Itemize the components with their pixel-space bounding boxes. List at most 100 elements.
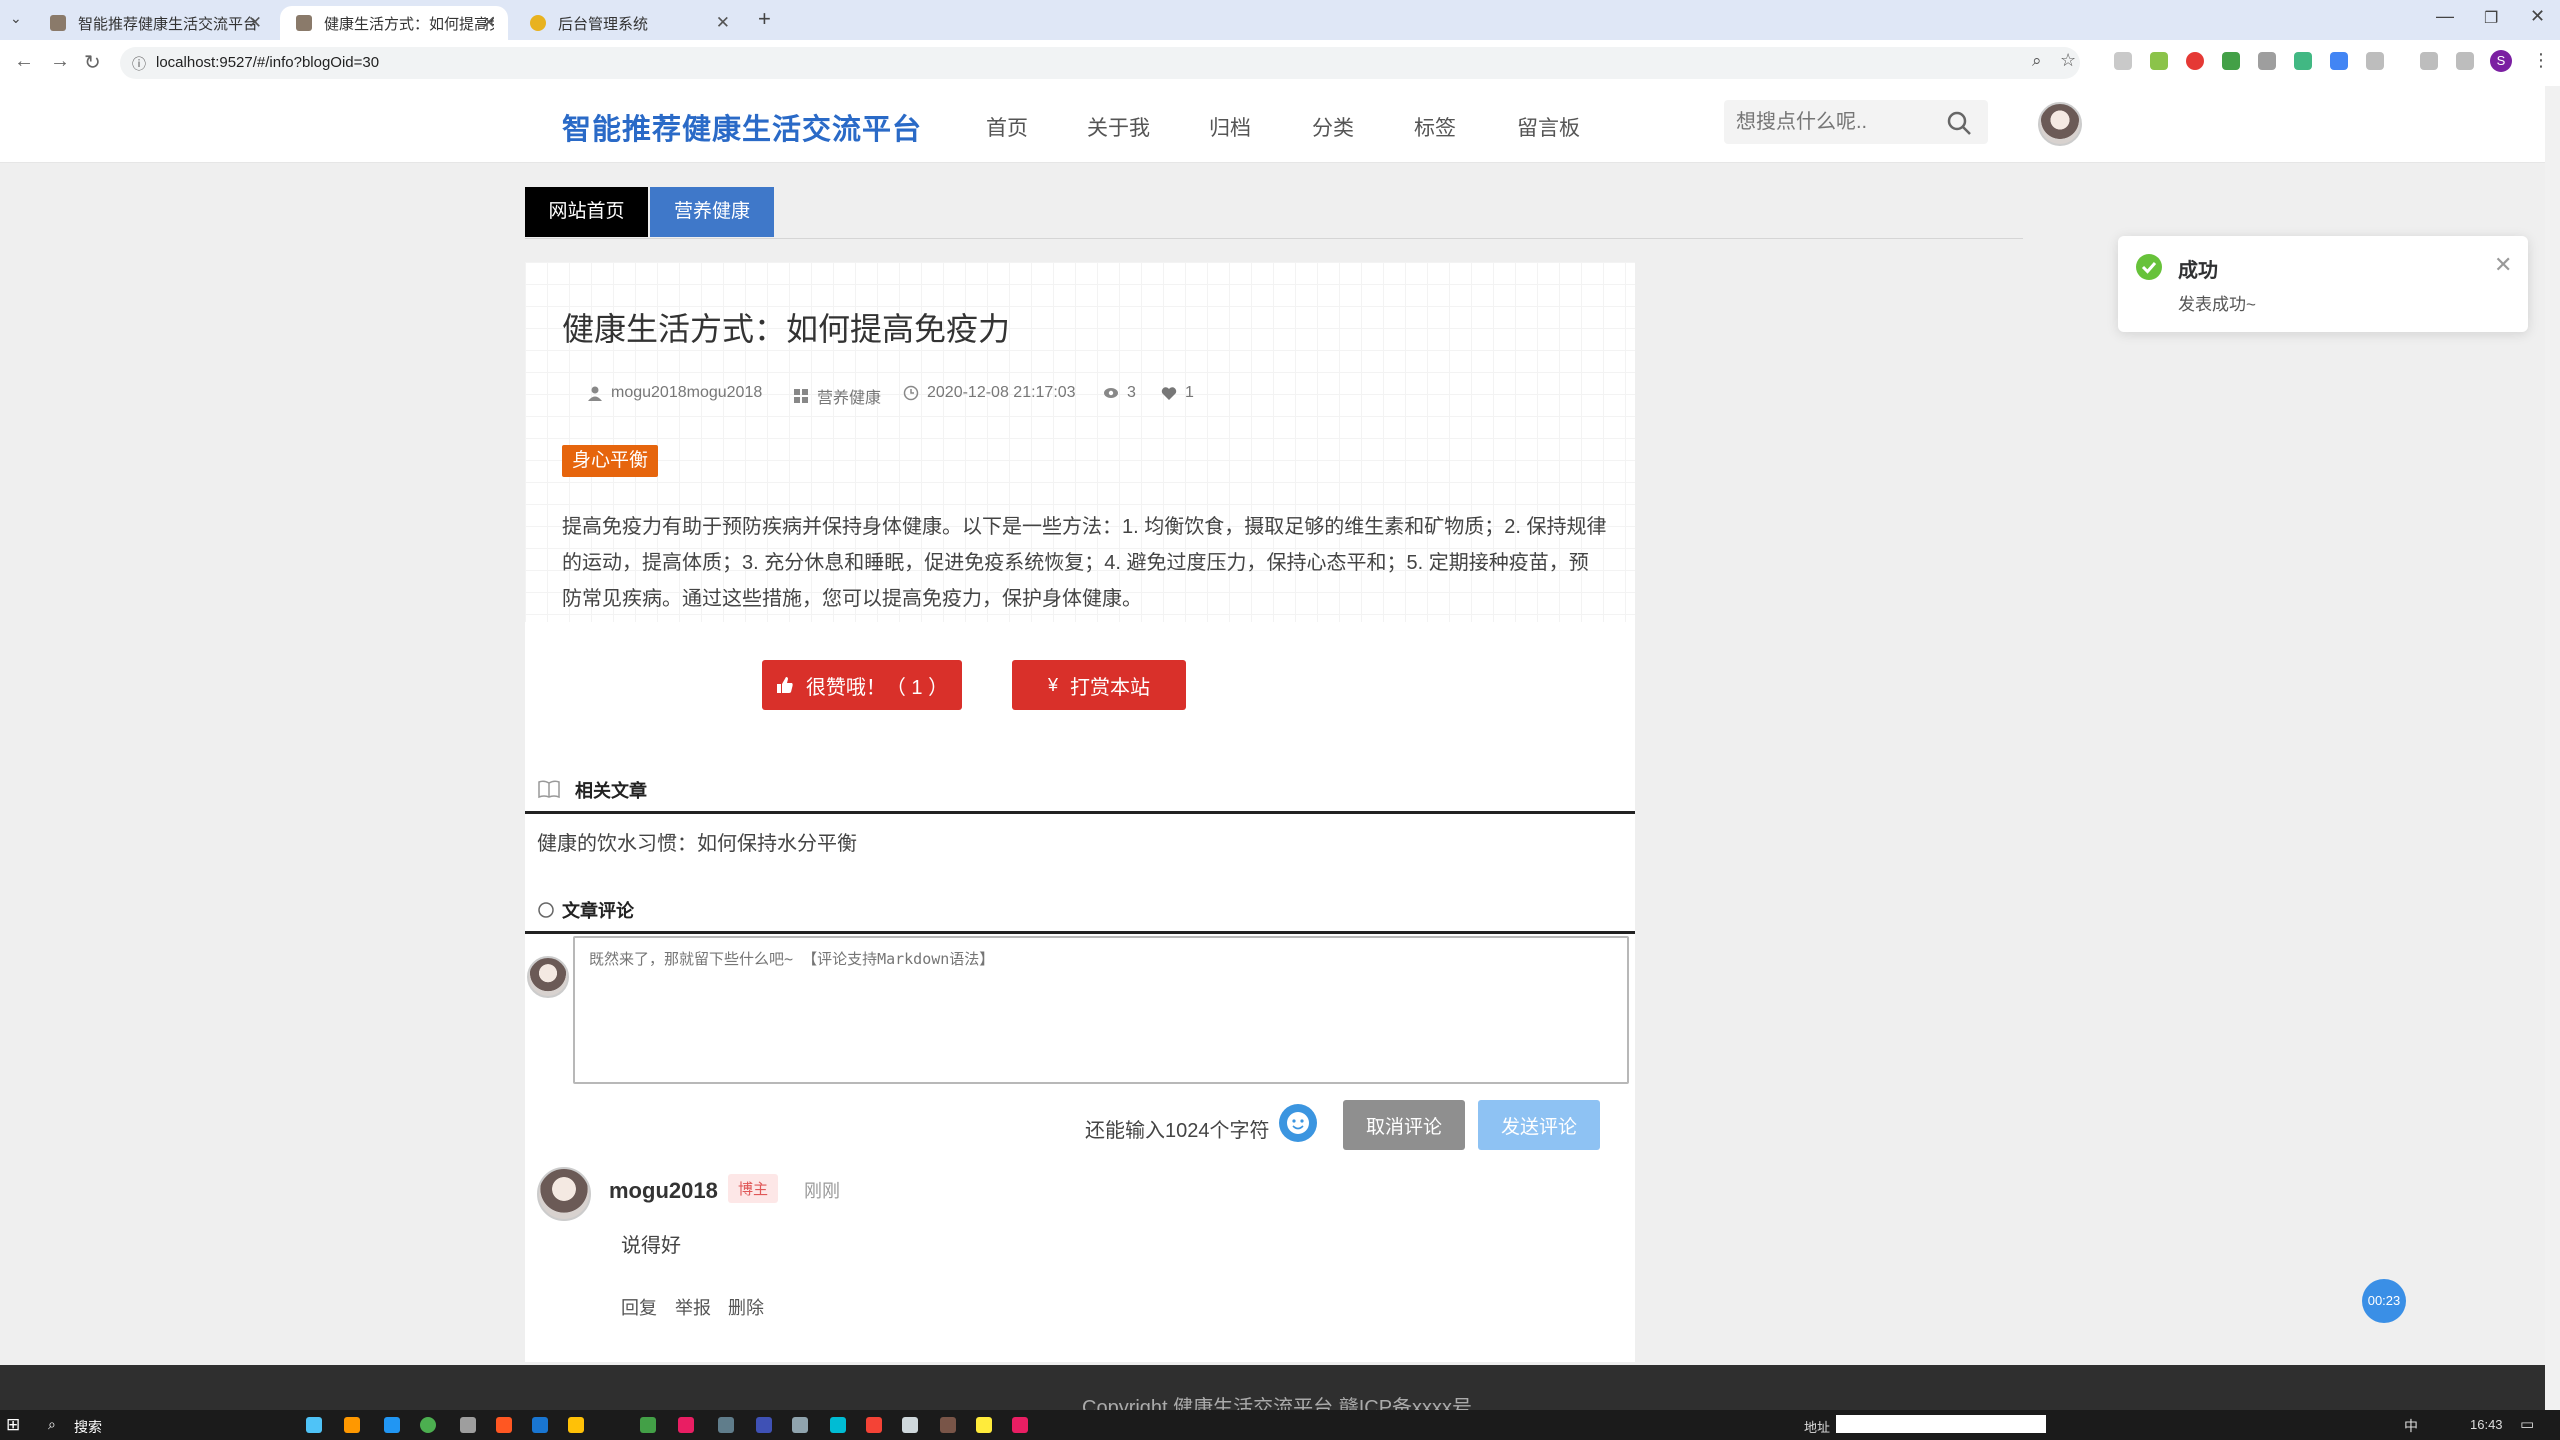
- taskbar-search[interactable]: 搜索: [74, 1417, 102, 1437]
- app-icon[interactable]: [678, 1417, 694, 1433]
- search-input[interactable]: [1734, 110, 1938, 135]
- vue-favicon-icon: [530, 15, 546, 31]
- image-extension-icon[interactable]: [2150, 52, 2168, 70]
- start-icon[interactable]: ⊞: [6, 1415, 20, 1435]
- browser-tab-strip: ⌄ 智能推荐健康生活交流平台 ✕ 健康生活方式：如何提高免疫力 ✕ 后台管理系统…: [0, 0, 2560, 40]
- browser-menu-icon[interactable]: ⋮: [2532, 50, 2550, 71]
- reply-link[interactable]: 回复: [621, 1294, 657, 1320]
- breadcrumb-category[interactable]: 营养健康: [650, 187, 774, 237]
- app-icon[interactable]: [532, 1417, 548, 1433]
- like-button-label: 很赞哦！（ 1 ）: [805, 676, 949, 699]
- breadcrumb-home[interactable]: 网站首页: [525, 187, 648, 237]
- app-icon[interactable]: [496, 1417, 512, 1433]
- notification-icon[interactable]: ▭: [2520, 1415, 2534, 1433]
- shield-extension-icon[interactable]: [2186, 52, 2204, 70]
- publish-date: 2020-12-08 21:17:03: [927, 384, 1076, 401]
- address-label: 地址: [1804, 1420, 1831, 1435]
- site-info-icon[interactable]: ⓘ: [132, 54, 146, 74]
- translate-icon[interactable]: [2330, 52, 2348, 70]
- send-comment-button[interactable]: 发送评论: [1478, 1100, 1600, 1150]
- app-icon[interactable]: [756, 1417, 772, 1433]
- close-tab-icon[interactable]: ✕: [716, 13, 730, 33]
- taskbar-search-icon[interactable]: ⌕: [48, 1416, 56, 1433]
- extensions-puzzle-icon[interactable]: [2366, 52, 2384, 70]
- like-button[interactable]: 很赞哦！（ 1 ）: [762, 660, 962, 710]
- app-icon[interactable]: [866, 1417, 882, 1433]
- browser-tab-1[interactable]: 智能推荐健康生活交流平台 ✕: [34, 6, 274, 40]
- delete-link[interactable]: 删除: [728, 1294, 764, 1320]
- screenshot-extension-icon[interactable]: [2114, 52, 2132, 70]
- app-icon[interactable]: [830, 1417, 846, 1433]
- back-icon[interactable]: ←: [14, 50, 34, 73]
- forward-icon[interactable]: →: [50, 50, 70, 73]
- nav-tags[interactable]: 标签: [1414, 112, 1456, 142]
- emoji-icon[interactable]: [1279, 1104, 1317, 1142]
- comment-author-avatar[interactable]: [537, 1167, 591, 1221]
- app-icon[interactable]: [976, 1417, 992, 1433]
- vue-devtools-icon[interactable]: [2294, 52, 2312, 70]
- clock-icon: [903, 385, 919, 401]
- close-window-icon[interactable]: ✕: [2530, 6, 2545, 27]
- chrome-app-icon[interactable]: [420, 1417, 436, 1433]
- tab-list-chevron-icon[interactable]: ⌄: [10, 10, 22, 27]
- zoom-icon[interactable]: ⌕: [2032, 51, 2042, 71]
- restore-icon[interactable]: ❐: [2484, 8, 2498, 28]
- reload-icon[interactable]: ↻: [84, 50, 101, 75]
- app-icon[interactable]: [902, 1417, 918, 1433]
- app-icon[interactable]: [792, 1417, 808, 1433]
- app-icon[interactable]: [940, 1417, 956, 1433]
- close-tab-icon[interactable]: ✕: [482, 13, 496, 33]
- green-extension-icon[interactable]: [2222, 52, 2240, 70]
- cancel-comment-button[interactable]: 取消评论: [1343, 1100, 1465, 1150]
- profile-avatar-icon[interactable]: S: [2490, 50, 2512, 72]
- nav-archive[interactable]: 归档: [1209, 112, 1251, 142]
- ime-indicator[interactable]: 中: [2404, 1416, 2418, 1436]
- thumbs-up-icon: [776, 677, 793, 693]
- site-footer: Copyright 健康生活交流平台 赣ICP备xxxx号: [0, 1365, 2545, 1410]
- nav-guestbook[interactable]: 留言板: [1517, 112, 1580, 142]
- remaining-chars: 还能输入1024个字符: [1085, 1120, 1270, 1142]
- close-icon[interactable]: ✕: [2494, 252, 2512, 278]
- timer-badge[interactable]: 00:23: [2362, 1279, 2406, 1323]
- app-icon[interactable]: [384, 1417, 400, 1433]
- app-icon[interactable]: [1012, 1417, 1028, 1433]
- article-title: 健康生活方式：如何提高免疫力: [562, 311, 1011, 347]
- system-clock[interactable]: 16:43: [2470, 1417, 2503, 1432]
- meta-category[interactable]: 营养健康: [793, 384, 881, 408]
- app-icon[interactable]: [718, 1417, 734, 1433]
- nav-about[interactable]: 关于我: [1087, 112, 1150, 142]
- site-logo[interactable]: 智能推荐健康生活交流平台: [562, 106, 922, 148]
- side-panel-icon[interactable]: [2456, 52, 2474, 70]
- new-tab-icon[interactable]: +: [758, 6, 771, 32]
- copy-extension-icon[interactable]: [2258, 52, 2276, 70]
- address-bar[interactable]: ⓘ localhost:9527/#/info?blogOid=30 ⌕ ☆: [120, 47, 2080, 79]
- meta-author[interactable]: mogu2018mogu2018: [587, 384, 762, 402]
- related-section-header: 相关文章: [525, 767, 1635, 814]
- download-icon[interactable]: [2420, 52, 2438, 70]
- close-tab-icon[interactable]: ✕: [248, 13, 262, 33]
- article-tag[interactable]: 身心平衡: [562, 445, 659, 477]
- related-article-link[interactable]: 健康的饮水习惯：如何保持水分平衡: [537, 827, 857, 856]
- user-avatar[interactable]: [2038, 102, 2082, 146]
- report-link[interactable]: 举报: [675, 1294, 711, 1320]
- folder-app-icon[interactable]: [568, 1417, 584, 1433]
- site-header: 智能推荐健康生活交流平台 首页 关于我 归档 分类 标签 留言板: [0, 86, 2545, 163]
- reward-button[interactable]: ¥ 打赏本站: [1012, 660, 1186, 710]
- app-icon[interactable]: [344, 1417, 360, 1433]
- toast-message: 发表成功~: [2178, 295, 2256, 314]
- app-icon[interactable]: [460, 1417, 476, 1433]
- browser-tab-3[interactable]: 后台管理系统 ✕: [514, 6, 742, 40]
- bookmark-star-icon[interactable]: ☆: [2060, 50, 2076, 71]
- wechat-app-icon[interactable]: [640, 1417, 656, 1433]
- nav-home[interactable]: 首页: [986, 112, 1028, 142]
- minimize-icon[interactable]: —: [2436, 6, 2454, 27]
- comment-author[interactable]: mogu2018: [609, 1178, 718, 1204]
- check-circle-icon: [2136, 254, 2162, 280]
- nav-category[interactable]: 分类: [1312, 112, 1354, 142]
- page-scrollbar[interactable]: [2545, 86, 2560, 1410]
- app-icon[interactable]: [306, 1417, 322, 1433]
- search-icon[interactable]: [1946, 110, 1972, 136]
- browser-tab-2[interactable]: 健康生活方式：如何提高免疫力 ✕: [280, 6, 508, 40]
- address-toolbar-input[interactable]: [1836, 1415, 2046, 1433]
- comment-textarea[interactable]: [575, 938, 1623, 1076]
